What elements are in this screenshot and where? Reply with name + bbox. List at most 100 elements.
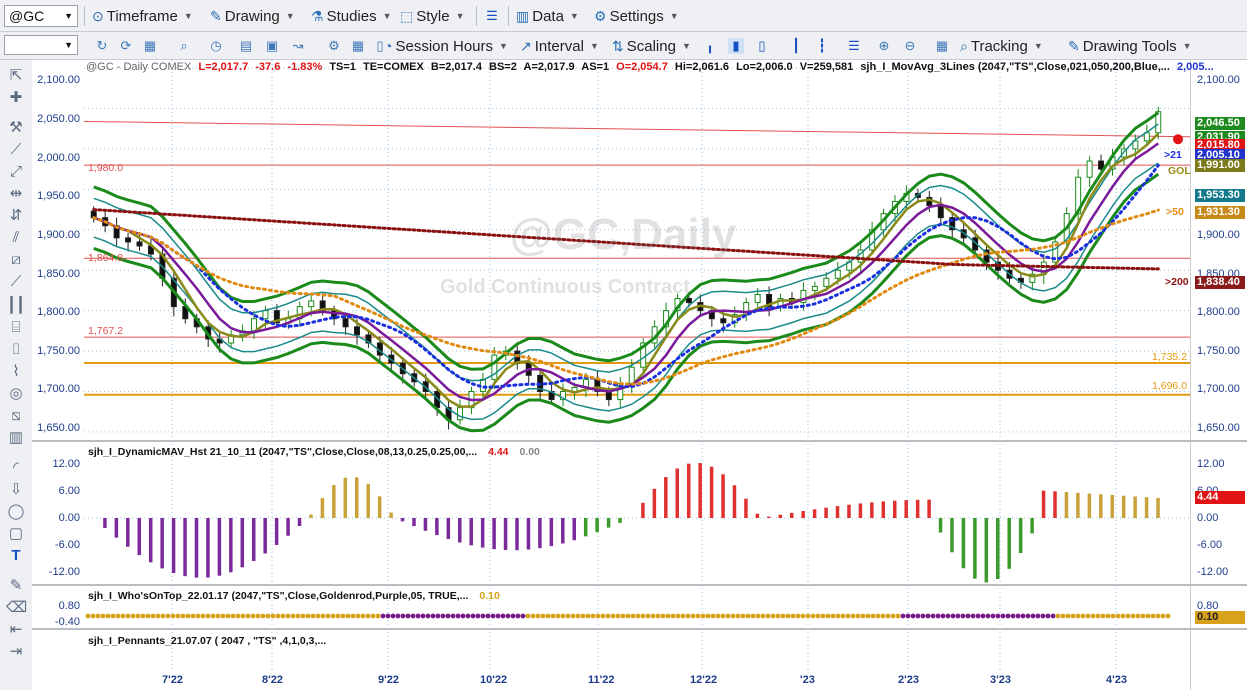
data-window-icon[interactable]: ▦ [934, 38, 950, 54]
arc-icon[interactable]: ◜ [6, 458, 26, 478]
crosshair-icon[interactable]: ✚ [6, 88, 26, 108]
dominance-dot [1055, 613, 1061, 619]
zoom-out-icon[interactable]: ⊖ [902, 38, 918, 54]
reload-icon[interactable]: ⟳ [118, 38, 134, 54]
drawing-menu[interactable]: ✎ Drawing ▼ [210, 5, 295, 27]
bar-chart-icon[interactable]: ╻ [702, 38, 718, 54]
point-figure-icon[interactable]: ┇ [814, 38, 830, 54]
info-study-value: 2,005... [1177, 61, 1214, 73]
fib-lines-icon[interactable]: ┃┃ [6, 296, 26, 316]
tracking-icon: ⌕ [960, 37, 968, 54]
dominance-dot [565, 613, 571, 619]
zoom-icon[interactable]: ⌕ [176, 38, 192, 54]
speed-lines-icon[interactable]: ⟋ [6, 272, 26, 292]
dominance-dot [270, 613, 276, 619]
histogram-bar [1030, 518, 1034, 534]
info-pct: -1.83% [287, 61, 323, 73]
hline-label: 1,696.0 [1152, 380, 1188, 392]
watermark-title: @GC,Daily [510, 210, 737, 259]
histogram-bar [675, 468, 680, 518]
dominance-dot [120, 613, 126, 619]
candlestick-icon[interactable]: ▮ [728, 38, 744, 54]
calendar-icon: ⊙ [92, 7, 104, 24]
expand-icon[interactable]: ⇥ [6, 642, 26, 662]
settings-menu[interactable]: ⚙ Settings ▼ [594, 5, 679, 27]
ellipse-icon[interactable]: ◯ [6, 502, 26, 522]
objects-icon[interactable]: ▦ [350, 38, 366, 54]
dominance-dot [1105, 613, 1111, 619]
dominance-dot [510, 613, 516, 619]
pane-separator[interactable] [32, 628, 1247, 630]
dominance-dot [290, 613, 296, 619]
dominance-dot [385, 613, 391, 619]
settings-gear-icon[interactable]: ⚙ [326, 38, 342, 54]
indicator-1-name: sjh_I_DynamicMAV_Hst 21_10_11 (2047,"TS"… [88, 446, 478, 458]
chart-icon[interactable]: ▤ [238, 38, 254, 54]
line-chart-icon[interactable]: ↝ [290, 38, 306, 54]
gann-icon[interactable]: ⧅ [6, 406, 26, 426]
chevron-down-icon: ▼ [681, 41, 691, 51]
rectangle-icon[interactable]: ▢ [6, 524, 26, 544]
wrench-icon[interactable]: ⚒ [6, 118, 26, 138]
tracking-menu[interactable]: ⌕ Tracking ▼ [960, 35, 1043, 57]
session-hours-menu[interactable]: ◔ Session Hours ▼ [384, 35, 508, 57]
trendline-icon[interactable]: ⟋ [6, 140, 26, 160]
chart-toolbar: ▼ ↻ ⟳ ▦ ⌕ ◷ ▤ ▣ ↝ ⚙ ▦ ▯ ◔ Session Hours … [0, 32, 1247, 60]
symbol-selector[interactable]: @GC ▼ [4, 5, 78, 27]
style-menu[interactable]: ⬚ Style ▼ [400, 5, 465, 27]
histogram-bar [1064, 492, 1069, 518]
dominance-dot [335, 613, 341, 619]
fib-time-icon[interactable]: ⌷ [6, 340, 26, 360]
dominance-dot [595, 613, 601, 619]
dominance-dot [950, 613, 956, 619]
spiral-icon[interactable]: ◎ [6, 384, 26, 404]
pen-icon[interactable]: ✎ [6, 576, 26, 596]
histogram-bar [870, 502, 874, 518]
arrow-down-icon[interactable]: ⇩ [6, 480, 26, 500]
refresh-icon[interactable]: ↻ [94, 38, 110, 54]
eraser-icon[interactable]: ⌫ [6, 598, 27, 618]
timeframe-menu[interactable]: ⊙ Timeframe ▼ [92, 5, 193, 27]
collapse-icon[interactable]: ⇤ [6, 620, 26, 640]
histogram-bar [778, 514, 783, 518]
price-tick: 1,700.00 [37, 383, 80, 395]
ray-icon[interactable]: ⤢ [6, 162, 26, 182]
pointer-icon[interactable]: ⇱ [6, 66, 26, 86]
pane-separator[interactable] [32, 440, 1247, 442]
text-icon[interactable]: T [6, 546, 26, 566]
drawing-tools-menu[interactable]: ✎ Drawing Tools ▼ [1068, 35, 1192, 57]
timing-icon[interactable]: ▥ [6, 428, 26, 448]
scaling-menu[interactable]: ⇅ Scaling ▼ [612, 35, 691, 57]
vertical-line-icon[interactable]: ⇵ [6, 206, 26, 226]
volume-icon[interactable]: ┃ [788, 38, 804, 54]
layout-panes-icon[interactable]: ☰ [846, 38, 862, 54]
data-menu[interactable]: ▥ Data ▼ [516, 5, 579, 27]
dominance-dot [425, 613, 431, 619]
gauge-icon[interactable]: ◷ [208, 38, 224, 54]
pane-separator[interactable] [32, 584, 1247, 586]
picture-icon[interactable]: ▣ [264, 38, 280, 54]
interval-menu[interactable]: ↗ Interval ▼ [520, 35, 599, 57]
histogram-bar [389, 512, 393, 518]
fib-fan-icon[interactable]: ⌇ [6, 362, 26, 382]
dominance-dot [475, 613, 481, 619]
dominance-dot [405, 613, 411, 619]
regression-icon[interactable]: ⧄ [6, 250, 26, 270]
indicator-1-value: 4.44 [488, 446, 509, 458]
grid-icon[interactable]: ▦ [142, 38, 158, 54]
channel-icon[interactable]: ⫽ [6, 228, 26, 248]
hollow-candle-icon[interactable]: ▯ [754, 38, 770, 54]
dominance-dot [995, 613, 1001, 619]
dominance-dot [795, 613, 801, 619]
workspace-selector[interactable]: ▼ [4, 35, 78, 55]
layout-icon[interactable]: ☰ [484, 8, 500, 24]
histogram-bar [377, 496, 382, 518]
histogram-bar [446, 518, 451, 540]
fib-ext-icon[interactable]: ⌸ [6, 318, 26, 338]
data-label: Data [532, 7, 564, 25]
zoom-in-icon[interactable]: ⊕ [876, 38, 892, 54]
horizontal-line-icon[interactable]: ⇹ [6, 184, 26, 204]
dominance-dot [1015, 613, 1021, 619]
dominance-dot [905, 613, 911, 619]
studies-menu[interactable]: ⚗ Studies ▼ [311, 5, 392, 27]
